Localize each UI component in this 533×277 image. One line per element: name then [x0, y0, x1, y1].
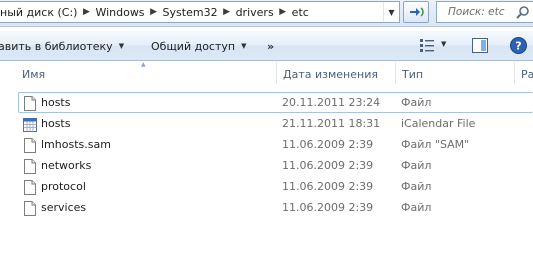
add-to-library-label: авить в библиотеку: [0, 39, 113, 53]
file-icon: [24, 96, 36, 111]
file-date: 21.11.2011 18:31: [282, 117, 381, 130]
breadcrumb-etc[interactable]: etc: [292, 6, 313, 19]
command-bar: авить в библиотеку ▼ Общий доступ ▼ » ▼ …: [0, 31, 533, 61]
chevron-down-icon: ▼: [388, 7, 395, 17]
breadcrumb-separator-icon[interactable]: ▶: [149, 7, 159, 17]
file-icon: [24, 180, 36, 195]
breadcrumb-drive[interactable]: ный диск (C:): [0, 6, 81, 19]
column-divider[interactable]: [395, 62, 396, 84]
change-view-icon[interactable]: [420, 39, 434, 52]
view-options-dropdown-icon[interactable]: ▼: [441, 40, 446, 48]
search-icon[interactable]: [516, 5, 530, 19]
file-name: protocol: [41, 180, 86, 193]
file-type: iCalendar File: [401, 117, 476, 130]
search-box[interactable]: [436, 1, 533, 23]
column-header-name-label: Имя: [22, 67, 46, 81]
file-date: 20.11.2011 23:24: [282, 96, 381, 109]
file-row[interactable]: services 11.06.2009 2:39 Файл: [18, 197, 533, 218]
file-icon: [24, 201, 36, 216]
file-icon: [24, 138, 36, 153]
file-list: ▲ Имя Дата изменения Тип Ра hosts 20.11.…: [0, 61, 533, 277]
refresh-icon: [410, 7, 424, 17]
preview-pane-icon[interactable]: [472, 38, 488, 53]
column-divider[interactable]: [514, 62, 515, 84]
file-name: hosts: [41, 117, 71, 130]
breadcrumb-drivers[interactable]: drivers: [236, 6, 278, 19]
more-commands-button[interactable]: »: [267, 31, 274, 61]
column-header-size-label: Ра: [521, 67, 533, 81]
svg-text:?: ?: [515, 40, 521, 53]
address-bar[interactable]: ный диск (C:) ▶ Windows ▶ System32 ▶ dri…: [0, 1, 400, 23]
column-header-size[interactable]: Ра: [521, 62, 533, 86]
column-header-type-label: Тип: [402, 67, 424, 81]
file-row[interactable]: protocol 11.06.2009 2:39 Файл: [18, 176, 533, 197]
add-to-library-button[interactable]: авить в библиотеку ▼: [0, 31, 124, 61]
column-header-name[interactable]: Имя: [22, 62, 272, 86]
share-button[interactable]: Общий доступ ▼: [151, 31, 246, 61]
help-icon[interactable]: ?: [510, 37, 527, 54]
file-name: lmhosts.sam: [41, 138, 111, 151]
file-row[interactable]: hosts 20.11.2011 23:24 Файл: [18, 92, 533, 113]
share-label: Общий доступ: [151, 39, 236, 53]
address-bar-row: ный диск (C:) ▶ Windows ▶ System32 ▶ dri…: [0, 0, 533, 27]
file-name: hosts: [41, 96, 71, 109]
breadcrumb-windows[interactable]: Windows: [95, 6, 148, 19]
refresh-button[interactable]: [403, 1, 429, 23]
file-row[interactable]: hosts 21.11.2011 18:31 iCalendar File: [18, 113, 533, 134]
file-type: Файл: [401, 180, 432, 193]
breadcrumb-separator-icon[interactable]: ▶: [222, 7, 232, 17]
breadcrumb-system32[interactable]: System32: [163, 6, 222, 19]
column-header-type[interactable]: Тип: [402, 62, 510, 86]
file-name: networks: [41, 159, 92, 172]
chevron-down-icon: ▼: [241, 42, 247, 50]
file-row[interactable]: networks 11.06.2009 2:39 Файл: [18, 155, 533, 176]
breadcrumb-separator-icon[interactable]: ▶: [81, 7, 91, 17]
search-input[interactable]: [448, 6, 520, 18]
file-date: 11.06.2009 2:39: [282, 180, 374, 193]
file-row[interactable]: lmhosts.sam 11.06.2009 2:39 Файл "SAM": [18, 134, 533, 155]
address-history-dropdown[interactable]: ▼: [383, 2, 399, 22]
column-divider[interactable]: [276, 62, 277, 84]
file-icon: [24, 159, 36, 174]
file-type: Файл: [401, 201, 432, 214]
file-date: 11.06.2009 2:39: [282, 138, 374, 151]
chevron-down-icon: ▼: [118, 42, 125, 50]
file-type: Файл: [401, 96, 432, 109]
file-type: Файл: [401, 159, 432, 172]
calendar-icon: [23, 118, 37, 132]
file-name: services: [41, 201, 87, 214]
column-header-date[interactable]: Дата изменения: [283, 62, 393, 86]
column-header-date-label: Дата изменения: [283, 67, 378, 81]
file-date: 11.06.2009 2:39: [282, 201, 374, 214]
breadcrumb-separator-icon[interactable]: ▶: [278, 7, 288, 17]
file-date: 11.06.2009 2:39: [282, 159, 374, 172]
file-type: Файл "SAM": [401, 138, 470, 151]
